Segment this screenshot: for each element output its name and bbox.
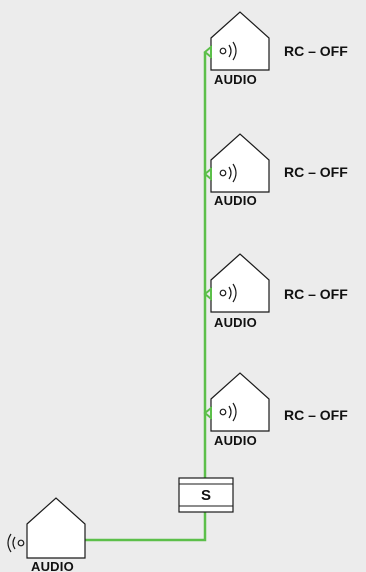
connection-wire	[84, 50, 211, 542]
audio-source-device[interactable]: AUDIO	[7, 497, 86, 572]
device-label: AUDIO	[214, 315, 257, 330]
house-icon	[210, 253, 270, 313]
audio-device-4[interactable]: AUDIO RC – OFF	[203, 372, 348, 448]
house-icon	[210, 372, 270, 432]
device-status: RC – OFF	[284, 43, 348, 59]
device-status: RC – OFF	[284, 407, 348, 423]
device-label: AUDIO	[214, 193, 257, 208]
house-icon	[26, 497, 86, 559]
audio-in-icon	[7, 533, 25, 553]
switch-box[interactable]: S	[178, 477, 234, 513]
device-label: AUDIO	[214, 433, 257, 448]
source-label: AUDIO	[31, 559, 74, 572]
audio-device-2[interactable]: AUDIO RC – OFF	[203, 133, 348, 208]
audio-device-1[interactable]: AUDIO RC – OFF	[203, 11, 348, 87]
device-status: RC – OFF	[284, 164, 348, 180]
device-label: AUDIO	[214, 72, 257, 87]
switch-label: S	[201, 487, 211, 504]
device-status: RC – OFF	[284, 286, 348, 302]
house-icon	[210, 11, 270, 71]
audio-network-diagram: AUDIO RC – OFF AUDIO RC – OFF AUDIO RC –…	[7, 11, 348, 572]
audio-device-3[interactable]: AUDIO RC – OFF	[203, 253, 348, 330]
house-icon	[210, 133, 270, 193]
